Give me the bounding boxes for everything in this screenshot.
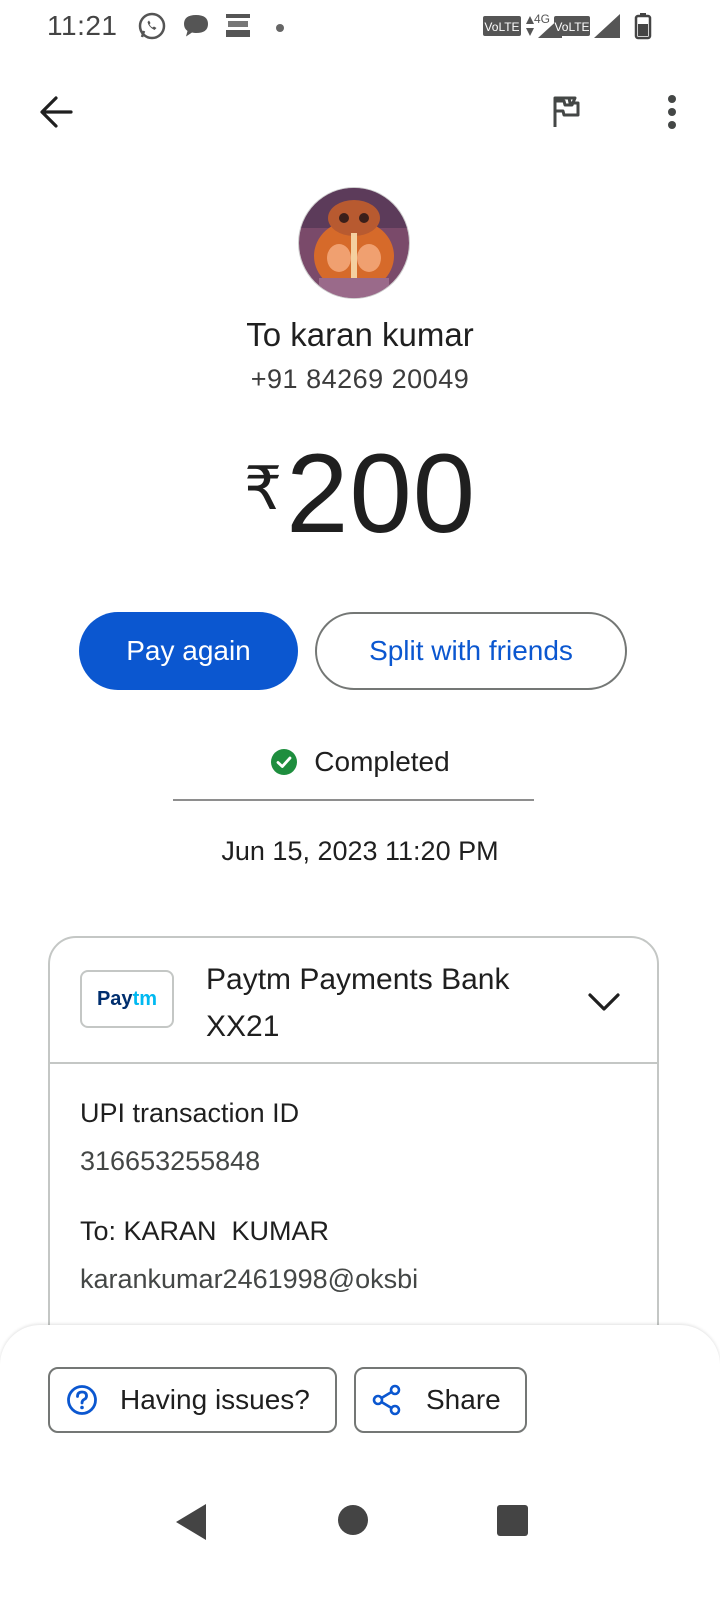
flag-icon [553, 96, 580, 127]
signal-icon: VoLTE [538, 16, 590, 38]
share-label: Share [426, 1384, 501, 1415]
payment-amount: ₹ 200 [0, 432, 720, 555]
help-icon [67, 1385, 97, 1415]
having-issues-button[interactable]: Having issues? [48, 1367, 337, 1433]
recipient-name: To karan kumar [246, 316, 474, 353]
status-time: 11:21 [47, 10, 118, 41]
svg-text:VoLTE: VoLTE [484, 20, 519, 34]
bank-name-line2: XX21 [206, 1010, 280, 1043]
pay-again-button[interactable]: Pay again [79, 612, 298, 690]
volte-icon: VoLTE [483, 16, 534, 36]
more-options-button[interactable] [646, 86, 698, 138]
currency-symbol: ₹ [243, 455, 283, 522]
split-with-friends-button[interactable]: Split with friends [315, 612, 627, 690]
nav-home-button[interactable] [338, 1505, 368, 1535]
bank-name-line1: Paytm Payments Bank [206, 963, 510, 996]
status-text: Completed [314, 746, 450, 777]
nav-back-button[interactable] [173, 1502, 209, 1542]
upi-id-label: UPI transaction ID [80, 1098, 300, 1128]
arrow-back-icon [40, 96, 73, 128]
report-flag-button[interactable] [540, 86, 592, 138]
expand-button[interactable] [580, 978, 628, 1026]
bottom-action-bar: Having issues? Share [0, 1325, 720, 1600]
paytm-logo-text-pay: Pay [96, 987, 133, 1010]
paytm-logo-text-tm: tm [132, 987, 158, 1010]
recipient-upi-value: karankumar2461998@oksbi [80, 1264, 419, 1294]
share-icon [372, 1384, 401, 1416]
chevron-down-icon [588, 993, 620, 1011]
recipient-label: To: KARAN KUMAR [80, 1216, 330, 1246]
check-circle-icon [271, 749, 298, 775]
share-button[interactable]: Share [354, 1367, 527, 1433]
upi-id-value: 316653255848 [80, 1146, 261, 1176]
amount-value: 200 [286, 431, 477, 556]
bank-account-name: Paytm Payments Bank XX21 [206, 956, 586, 1050]
divider [173, 799, 534, 801]
recipient-avatar [299, 188, 409, 298]
paytm-logo: Pay tm [80, 970, 174, 1028]
nav-recents-button[interactable] [497, 1505, 528, 1536]
chat-bubble-icon [184, 15, 208, 37]
signal-strength-icon [594, 14, 620, 38]
whatsapp-icon [138, 12, 166, 40]
battery-icon [634, 13, 652, 40]
bank-account-row[interactable]: Pay tm Paytm Payments Bank XX21 [50, 938, 657, 1064]
dot-icon [276, 24, 284, 32]
back-button[interactable] [30, 86, 82, 138]
transaction-status: Completed [0, 746, 720, 778]
more-vert-icon [668, 95, 676, 129]
transaction-date-time: Jun 15, 2023 11:20 PM [221, 836, 499, 866]
having-issues-label: Having issues? [120, 1384, 310, 1415]
recipient-phone: +91 84269 20049 [250, 364, 470, 394]
svg-text:VoLTE: VoLTE [554, 20, 589, 34]
status-bar: 11:21 VoLTE 4G VoLTE [0, 0, 720, 56]
news-app-icon [226, 14, 250, 37]
avatar-image [299, 188, 409, 298]
